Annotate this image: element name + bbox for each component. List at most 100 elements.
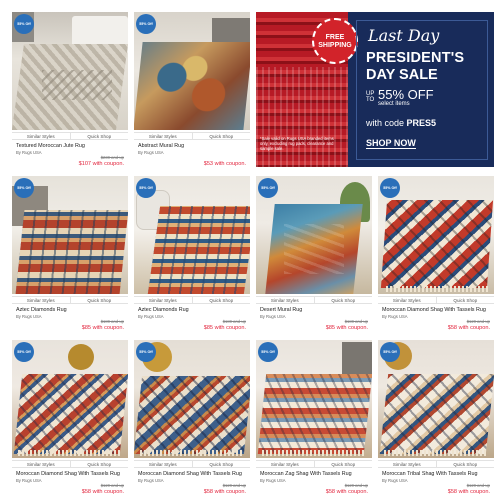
product-brand: By Rugs USA (260, 314, 286, 319)
quick-shop-link[interactable]: Quick Shop (313, 297, 373, 303)
product-brand: By Rugs USA (16, 314, 42, 319)
original-price: $239 and up (100, 155, 124, 160)
card-actions: Similar Styles Quick Shop (12, 132, 128, 140)
similar-styles-link[interactable]: Similar Styles (134, 461, 192, 467)
coupon-price: $85 with coupon. (203, 325, 246, 331)
quick-shop-link[interactable]: Quick Shop (69, 297, 129, 303)
similar-styles-link[interactable]: Similar Styles (256, 297, 314, 303)
discount-badge: 55% Off (380, 342, 400, 362)
banner-fine-print: *Sale valid on Rugs USA branded items on… (260, 136, 334, 151)
similar-styles-link[interactable]: Similar Styles (256, 461, 314, 467)
product-title[interactable]: Moroccan Diamond Shag With Tassels Rug (16, 471, 120, 477)
card-actions: Similar Styles Quick Shop (12, 296, 128, 304)
original-price: $129 and up (222, 483, 246, 488)
product-card[interactable]: 55% Off Similar Styles Quick Shop Morocc… (256, 340, 372, 495)
product-brand: By Rugs USA (138, 314, 164, 319)
quick-shop-link[interactable]: Quick Shop (435, 461, 495, 467)
product-title[interactable]: Moroccan Zag Shag With Tassels Rug (260, 471, 352, 477)
sale-title-line-1: PRESIDENT'S (366, 50, 465, 66)
similar-styles-link[interactable]: Similar Styles (12, 133, 70, 139)
product-brand: By Rugs USA (16, 150, 42, 155)
product-brand: By Rugs USA (138, 150, 164, 155)
product-title[interactable]: Moroccan Diamond Shag With Tassels Rug (382, 307, 486, 313)
coupon-price: $107 with coupon. (78, 161, 124, 167)
quick-shop-link[interactable]: Quick Shop (313, 461, 373, 467)
product-brand: By Rugs USA (382, 478, 408, 483)
product-card[interactable]: 55% Off Similar Styles Quick Shop Desert… (256, 176, 372, 331)
product-title[interactable]: Aztec Diamonds Rug (138, 307, 189, 313)
product-grid: 55% Off Similar Styles Quick Shop Textur… (0, 0, 500, 500)
quick-shop-link[interactable]: Quick Shop (69, 461, 129, 467)
coupon-price: $85 with coupon. (81, 325, 124, 331)
card-actions: Similar Styles Quick Shop (256, 460, 372, 468)
up-to-label: UP TO (366, 91, 375, 103)
shop-now-link[interactable]: SHOP NOW (366, 138, 416, 149)
product-card[interactable]: 55% Off Similar Styles Quick Shop Morocc… (378, 176, 494, 331)
coupon-price: $58 with coupon. (325, 489, 368, 495)
quick-shop-link[interactable]: Quick Shop (191, 461, 251, 467)
quick-shop-link[interactable]: Quick Shop (191, 297, 251, 303)
similar-styles-link[interactable]: Similar Styles (12, 297, 70, 303)
card-actions: Similar Styles Quick Shop (256, 296, 372, 304)
promo-code: PRES5 (406, 118, 437, 128)
coupon-price: $85 with coupon. (325, 325, 368, 331)
product-title[interactable]: Abstract Mural Rug (138, 143, 184, 149)
product-title[interactable]: Desert Mural Rug (260, 307, 302, 313)
banner-rug-texture (256, 67, 348, 167)
discount-badge: 55% Off (258, 178, 278, 198)
card-actions: Similar Styles Quick Shop (134, 296, 250, 304)
coupon-price: $58 with coupon. (447, 325, 490, 331)
coupon-price: $58 with coupon. (81, 489, 124, 495)
original-price: $129 and up (344, 483, 368, 488)
product-card[interactable]: 55% Off Similar Styles Quick Shop Aztec … (12, 176, 128, 331)
sale-title-line-2: DAY SALE (366, 67, 438, 83)
coupon-price: $58 with coupon. (447, 489, 490, 495)
last-day-heading: Last Day (368, 26, 440, 45)
discount-badge: 55% Off (136, 14, 156, 34)
original-price: $129 and up (466, 483, 490, 488)
coupon-price: $53 with coupon. (203, 161, 246, 167)
product-card[interactable]: 55% Off Similar Styles Quick Shop Morocc… (12, 340, 128, 495)
product-card[interactable]: 55% Off Similar Styles Quick Shop Aztec … (134, 176, 250, 331)
similar-styles-link[interactable]: Similar Styles (12, 461, 70, 467)
product-brand: By Rugs USA (16, 478, 42, 483)
card-actions: Similar Styles Quick Shop (12, 460, 128, 468)
card-actions: Similar Styles Quick Shop (134, 460, 250, 468)
similar-styles-link[interactable]: Similar Styles (378, 297, 436, 303)
free-shipping-stamp: FREE SHIPPING (312, 18, 358, 64)
original-price: $129 and up (466, 319, 490, 324)
product-brand: By Rugs USA (260, 478, 286, 483)
similar-styles-link[interactable]: Similar Styles (134, 297, 192, 303)
product-title[interactable]: Aztec Diamonds Rug (16, 307, 67, 313)
discount-percent: 55% OFF (378, 87, 434, 102)
product-brand: By Rugs USA (138, 478, 164, 483)
product-title[interactable]: Textured Moroccan Jute Rug (16, 143, 85, 149)
quick-shop-link[interactable]: Quick Shop (191, 133, 251, 139)
card-actions: Similar Styles Quick Shop (378, 460, 494, 468)
discount-badge: 55% Off (136, 342, 156, 362)
coupon-price: $58 with coupon. (203, 489, 246, 495)
similar-styles-link[interactable]: Similar Styles (378, 461, 436, 467)
discount-badge: 55% Off (136, 178, 156, 198)
card-actions: Similar Styles Quick Shop (378, 296, 494, 304)
original-price: $189 and up (222, 319, 246, 324)
original-price: $129 and up (100, 483, 124, 488)
discount-badge: 55% Off (14, 342, 34, 362)
similar-styles-link[interactable]: Similar Styles (134, 133, 192, 139)
discount-badge: 55% Off (14, 14, 34, 34)
promo-code-line: with code PRES5 (366, 118, 436, 128)
product-title[interactable]: Moroccan Diamond Shag With Tassels Rug (138, 471, 242, 477)
card-actions: Similar Styles Quick Shop (134, 132, 250, 140)
product-card[interactable]: 55% Off Similar Styles Quick Shop Textur… (12, 12, 128, 167)
original-price: $189 and up (100, 319, 124, 324)
promo-code-prefix: with code (366, 118, 407, 128)
product-title[interactable]: Moroccan Tribal Shag With Tassels Rug (382, 471, 477, 477)
quick-shop-link[interactable]: Quick Shop (69, 133, 129, 139)
presidents-day-sale-banner[interactable]: FREE SHIPPING *Sale valid on Rugs USA br… (256, 12, 494, 167)
product-card[interactable]: 55% Off Similar Styles Quick Shop Abstra… (134, 12, 250, 167)
product-card[interactable]: 55% Off Similar Styles Quick Shop Morocc… (378, 340, 494, 495)
quick-shop-link[interactable]: Quick Shop (435, 297, 495, 303)
product-card[interactable]: 55% Off Similar Styles Quick Shop Morocc… (134, 340, 250, 495)
select-items-label: select items (378, 101, 410, 107)
stamp-line-2: SHIPPING (318, 42, 352, 49)
